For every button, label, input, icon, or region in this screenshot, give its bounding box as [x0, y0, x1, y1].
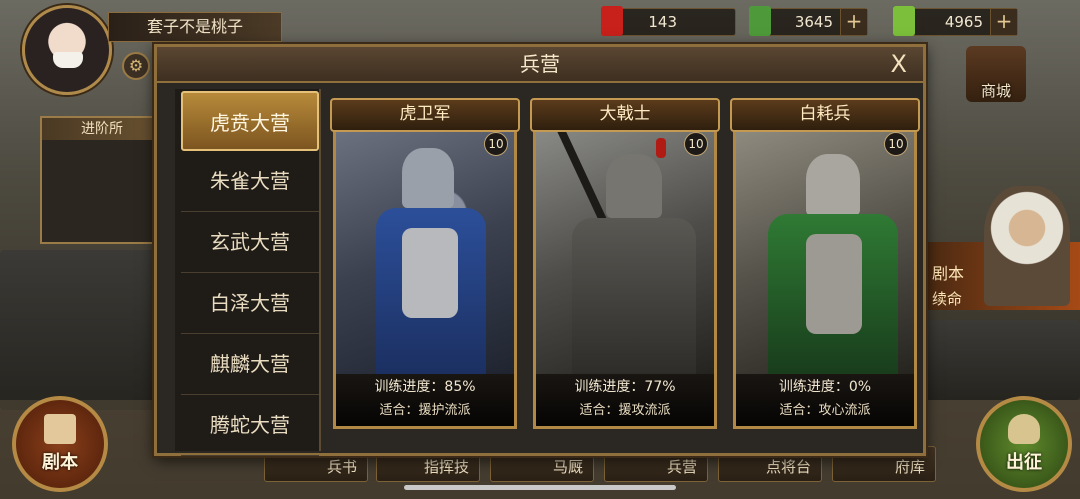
settings-gear-icon[interactable]: ⚙	[122, 52, 150, 80]
training-progress: 训练进度：77%	[574, 379, 676, 395]
resource-jade: 3645 +	[749, 6, 868, 36]
add-gold-button[interactable]: +	[990, 9, 1017, 35]
resource-value: 143	[648, 13, 677, 31]
player-avatar[interactable]	[22, 5, 112, 95]
dialog-header: 兵营 X	[157, 47, 923, 83]
tab-baizeying[interactable]: 白泽大营	[181, 273, 319, 334]
jade-icon	[749, 6, 771, 36]
background-building	[0, 250, 160, 410]
barracks-dialog: 兵营 X 虎贲大营 朱雀大营 玄武大营 白泽大营 麒麟大营 腾蛇大营 虎卫军 1…	[154, 44, 926, 456]
tab-tengsheying[interactable]: 腾蛇大营	[181, 395, 319, 456]
resource-value: 4965	[944, 13, 983, 31]
token-icon	[601, 6, 623, 36]
suitable-style: 适合：援攻流派	[579, 403, 671, 418]
camp-tabs: 虎贲大营 朱雀大营 玄武大营 白泽大营 麒麟大营 腾蛇大营	[181, 91, 319, 456]
story-banner-title: 剧本	[932, 264, 965, 283]
unit-name: 虎卫军	[330, 98, 520, 132]
unit-art	[336, 128, 514, 374]
tab-qilinying[interactable]: 麒麟大营	[181, 334, 319, 395]
unit-art	[536, 128, 714, 374]
training-progress: 训练进度：85%	[374, 379, 476, 395]
story-banner-subtitle: 续命	[932, 290, 963, 308]
dialog-title: 兵营	[520, 52, 560, 76]
unit-level-badge: 10	[484, 132, 508, 156]
shop-label[interactable]: 商城	[966, 80, 1026, 101]
unit-name: 大戟士	[530, 98, 720, 132]
resource-gold: 4965 +	[893, 6, 1018, 36]
training-progress: 训练进度：0%	[778, 379, 872, 395]
unit-card-huweijun[interactable]: 虎卫军 10 训练进度：85% 适合：援护流派	[330, 98, 520, 429]
suitable-style: 适合：攻心流派	[779, 403, 871, 418]
player-name: 套子不是桃子	[108, 12, 282, 42]
gold-ingot-icon	[893, 6, 915, 36]
expedition-button[interactable]: 出征	[976, 396, 1072, 492]
resource-token: 143	[601, 6, 736, 36]
resource-value: 3645	[794, 13, 833, 31]
suitable-style: 适合：援护流派	[379, 403, 471, 418]
scroll-icon	[44, 414, 76, 444]
close-icon[interactable]: X	[891, 49, 907, 79]
general-portrait	[984, 186, 1070, 306]
expedition-button-label: 出征	[1006, 452, 1042, 473]
advance-panel[interactable]: 进阶所	[40, 116, 164, 244]
unit-level-badge: 10	[884, 132, 908, 156]
unit-art	[736, 128, 914, 374]
unit-card-baimaobing[interactable]: 白耗兵 10 训练进度：0% 适合：攻心流派	[730, 98, 920, 429]
advance-panel-title: 进阶所	[42, 118, 162, 140]
tab-zhuqueying[interactable]: 朱雀大营	[181, 151, 319, 212]
story-button-label: 剧本	[42, 452, 78, 473]
helmet-icon	[1008, 414, 1040, 444]
story-button[interactable]: 剧本	[12, 396, 108, 492]
background-building	[920, 320, 1080, 400]
tab-hubenying[interactable]: 虎贲大营	[181, 91, 319, 151]
tab-xuanwuying[interactable]: 玄武大营	[181, 212, 319, 273]
unit-level-badge: 10	[684, 132, 708, 156]
add-jade-button[interactable]: +	[840, 9, 867, 35]
unit-card-dajishi[interactable]: 大戟士 10 训练进度：77% 适合：援攻流派	[530, 98, 720, 429]
unit-name: 白耗兵	[730, 98, 920, 132]
home-indicator	[404, 485, 676, 490]
